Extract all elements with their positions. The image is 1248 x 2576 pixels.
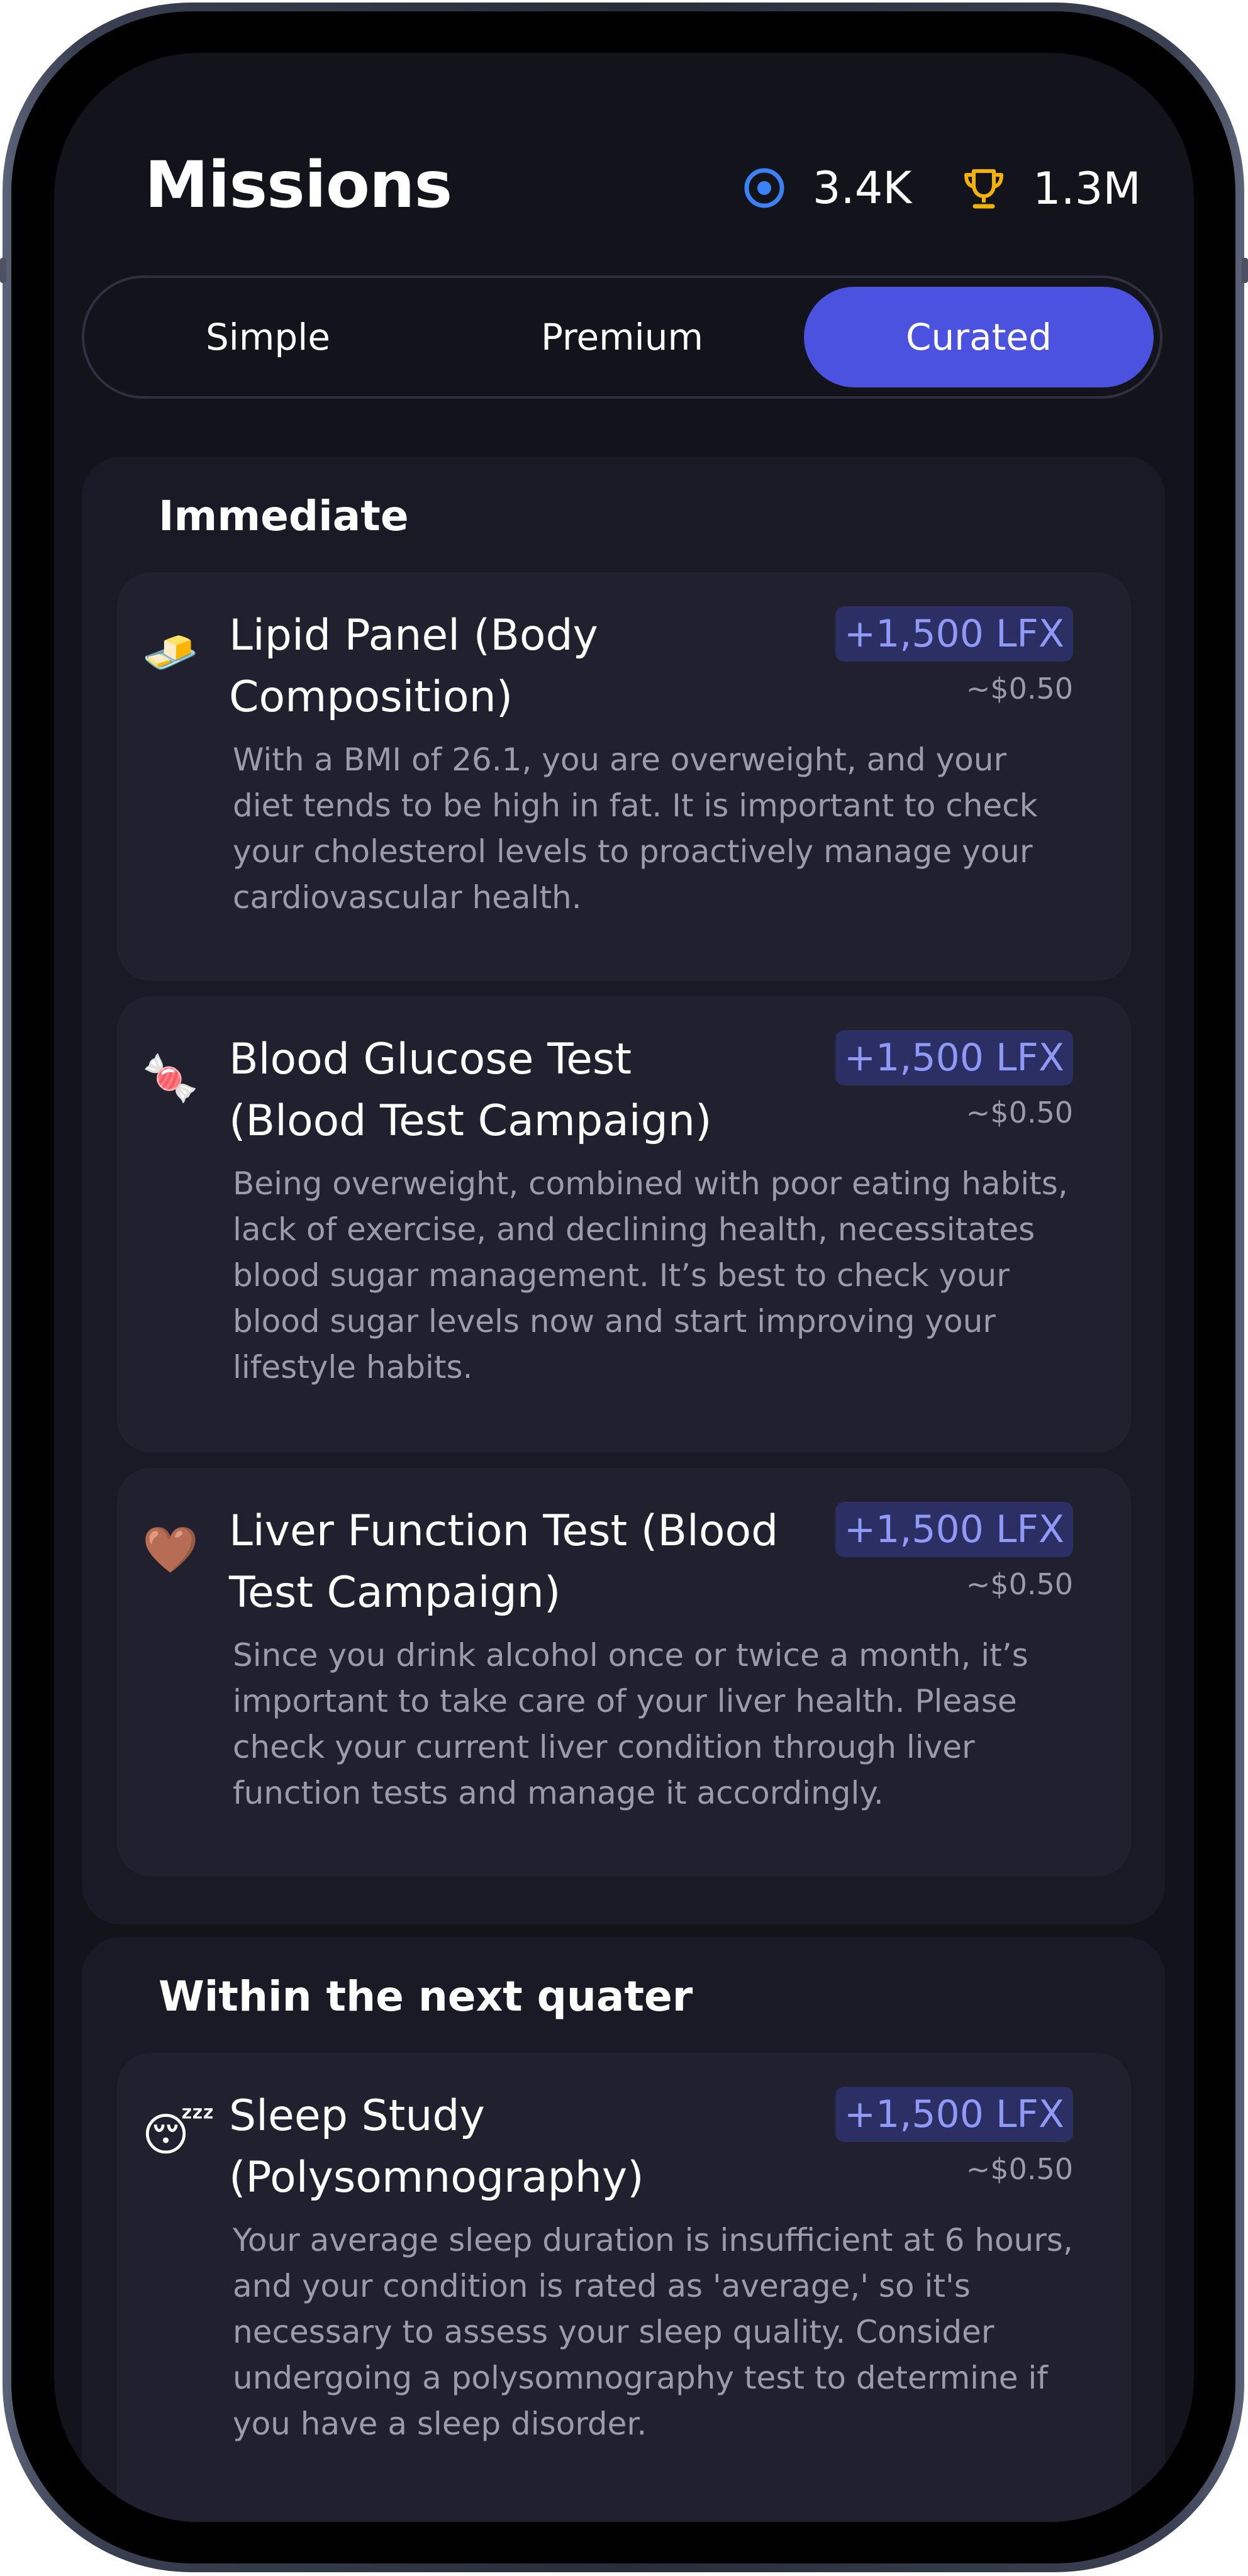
brown-heart-icon: 🤎	[142, 1523, 199, 1576]
candy-icon: 🍬	[142, 1052, 199, 1104]
coin-count: 3.4K	[813, 162, 912, 214]
reward-usd-value: ~$0.50	[966, 2152, 1073, 2186]
section-next-quarter: Within the next quater 😴 Sleep Study (Po…	[82, 1937, 1165, 2522]
section-title: Within the next quater	[159, 1972, 693, 2021]
mission-card[interactable]: 🍬 Blood Glucose Test (Blood Test Campaig…	[117, 996, 1131, 1453]
reward-badge: +1,500 LFX	[835, 606, 1073, 662]
mission-description: Your average sleep duration is insuffici…	[233, 2222, 1073, 2442]
mission-type-tabs: Simple Premium Curated	[82, 275, 1162, 399]
mission-card[interactable]: 🤎 Liver Function Test (Blood Test Campai…	[117, 1468, 1131, 1877]
mission-title: Sleep Study (Polysomnography)	[229, 2091, 644, 2202]
side-button-right	[1242, 258, 1248, 283]
reward-badge: +1,500 LFX	[835, 2087, 1073, 2142]
trophy-icon	[961, 166, 1006, 211]
tab-premium[interactable]: Premium	[447, 287, 797, 387]
tab-curated[interactable]: Curated	[804, 287, 1154, 387]
trophy-balance[interactable]: 1.3M	[961, 166, 1141, 211]
reward-usd-value: ~$0.50	[966, 1096, 1073, 1130]
sleeping-face-icon: 😴	[142, 2108, 215, 2161]
mission-title: Liver Function Test (Blood Test Campaign…	[229, 1506, 779, 1618]
section-title: Immediate	[159, 492, 409, 540]
reward-badge: +1,500 LFX	[835, 1502, 1073, 1557]
coin-icon	[742, 166, 786, 210]
mission-description: Since you drink alcohol once or twice a …	[233, 1637, 1028, 1811]
mission-description: With a BMI of 26.1, you are overweight, …	[233, 741, 1038, 916]
butter-icon: 🧈	[142, 626, 199, 679]
side-button-left	[0, 258, 6, 283]
section-immediate: Immediate 🧈 Lipid Panel (Body Compositio…	[82, 457, 1165, 1924]
reward-badge: +1,500 LFX	[835, 1030, 1073, 1085]
coin-balance[interactable]: 3.4K	[742, 166, 911, 210]
trophy-count: 1.3M	[1033, 163, 1141, 214]
reward-usd-value: ~$0.50	[966, 672, 1073, 706]
page-title: Missions	[145, 148, 452, 223]
mission-card[interactable]: 😴 Sleep Study (Polysomnography) +1,500 L…	[117, 2053, 1131, 2522]
mission-title: Lipid Panel (Body Composition)	[229, 611, 598, 722]
tab-simple[interactable]: Simple	[93, 287, 443, 387]
reward-usd-value: ~$0.50	[966, 1567, 1073, 1601]
mission-title: Blood Glucose Test (Blood Test Campaign)	[229, 1035, 712, 1146]
app-screen: Missions 3.4K 1.3M Simple Premium Curate…	[54, 53, 1194, 2522]
mission-description: Being overweight, combined with poor eat…	[233, 1165, 1068, 1385]
mission-card[interactable]: 🧈 Lipid Panel (Body Composition) +1,500 …	[117, 572, 1131, 981]
